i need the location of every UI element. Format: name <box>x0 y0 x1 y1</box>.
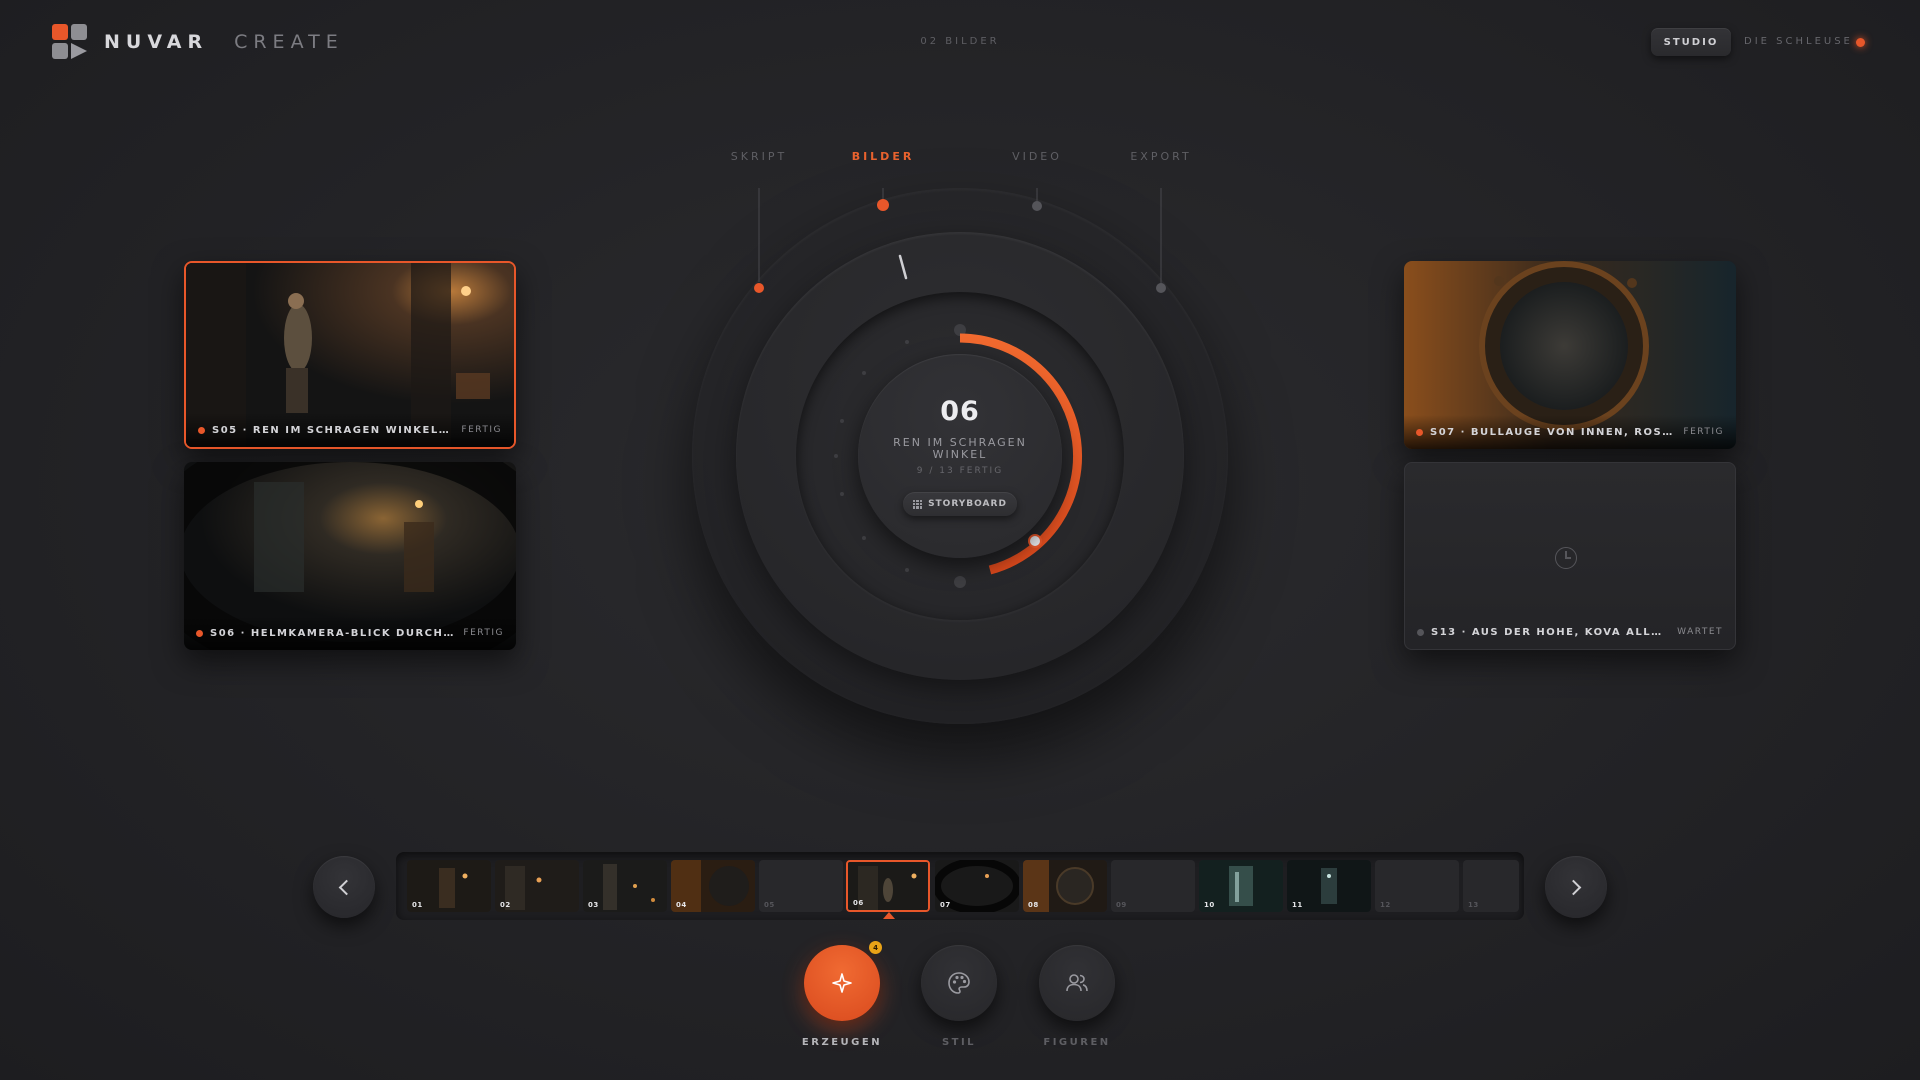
scene-caption: S13 · AUS DER HÖHE, KOVA ALLEIN A… WARTE… <box>1405 615 1735 649</box>
storyboard-label: STORYBOARD <box>928 499 1007 509</box>
clock-icon <box>1555 547 1577 569</box>
previous-button[interactable] <box>313 856 375 918</box>
scene-card-s05[interactable]: S05 · REN IM SCHRÄGEN WINKEL, KA… FERTIG <box>184 261 516 449</box>
step-dot-skript <box>754 283 764 293</box>
generate-label: ERZEUGEN <box>801 1037 883 1048</box>
timeline-thumb[interactable]: 05 <box>759 860 843 912</box>
scene-status: FERTIG <box>1683 427 1724 437</box>
palette-icon <box>948 972 970 994</box>
section-label: 02 BILDER <box>920 36 1000 47</box>
studio-button[interactable]: STUDIO <box>1651 28 1731 56</box>
scene-card-s06[interactable]: S06 · HELMKAMERA-BLICK DURCH RE… FERTIG <box>184 462 516 650</box>
status-dot-icon <box>1417 628 1424 636</box>
scene-title: S06 · HELMKAMERA-BLICK DURCH RE… <box>210 627 456 639</box>
timeline-thumb[interactable]: 04 <box>671 860 755 912</box>
timeline-thumb-current[interactable]: 06 <box>846 860 930 912</box>
project-name[interactable]: DIE SCHLEUSE <box>1744 36 1853 47</box>
timeline-thumb[interactable]: 13 <box>1463 860 1519 912</box>
style-button[interactable] <box>921 945 997 1021</box>
timeline-thumb[interactable]: 09 <box>1111 860 1195 912</box>
grid-icon <box>913 499 923 509</box>
scene-card-s07[interactable]: S07 · BULLAUGE VON INNEN, ROST U… FERTIG <box>1404 261 1736 449</box>
scene-status: WARTET <box>1677 627 1723 637</box>
generate-button[interactable] <box>804 945 880 1021</box>
dial-needle <box>898 254 908 280</box>
timeline-thumb[interactable]: 02 <box>495 860 579 912</box>
storyboard-button[interactable]: STORYBOARD <box>903 492 1017 516</box>
style-label: STIL <box>941 1037 977 1048</box>
scene-title: S13 · AUS DER HÖHE, KOVA ALLEIN A… <box>1431 626 1669 638</box>
progress-text: 9 / 13 FERTIG <box>916 466 1004 476</box>
status-dot-icon <box>196 629 203 637</box>
timeline-thumb[interactable]: 03 <box>583 860 667 912</box>
step-dot-export <box>1156 283 1166 293</box>
scene-title: S05 · REN IM SCHRÄGEN WINKEL, KA… <box>212 424 454 436</box>
scene-caption: S06 · HELMKAMERA-BLICK DURCH RE… FERTIG <box>184 616 516 650</box>
current-scene-number: 06 <box>940 396 980 427</box>
users-icon <box>1066 974 1088 992</box>
figures-label: FIGUREN <box>1043 1037 1111 1048</box>
timeline-thumb[interactable]: 07 <box>935 860 1019 912</box>
scene-status: FERTIG <box>461 425 502 435</box>
scene-status: FERTIG <box>463 628 504 638</box>
step-export[interactable]: EXPORT <box>1130 150 1191 163</box>
sparkle-icon <box>832 973 852 993</box>
current-marker-icon <box>883 912 895 919</box>
scene-title: S07 · BULLAUGE VON INNEN, ROST U… <box>1430 426 1676 438</box>
generate-badge: 4 <box>869 941 882 954</box>
step-dot-bilder <box>877 199 889 211</box>
step-bilder[interactable]: BILDER <box>852 150 915 163</box>
timeline-thumb[interactable]: 08 <box>1023 860 1107 912</box>
scene-card-s13[interactable]: S13 · AUS DER HÖHE, KOVA ALLEIN A… WARTE… <box>1404 462 1736 650</box>
figures-button[interactable] <box>1039 945 1115 1021</box>
step-skript[interactable]: SKRIPT <box>731 150 787 163</box>
status-dot-icon <box>198 426 205 434</box>
chevron-right-icon <box>1565 879 1582 895</box>
chevron-left-icon <box>338 879 355 895</box>
scene-caption: S05 · REN IM SCHRÄGEN WINKEL, KA… FERTIG <box>186 413 514 447</box>
next-button[interactable] <box>1545 856 1607 918</box>
timeline-thumb[interactable]: 10 <box>1199 860 1283 912</box>
current-scene-title: REN IM SCHRAGEN WINKEL <box>893 436 1027 461</box>
step-video[interactable]: VIDEO <box>1012 150 1062 163</box>
step-dot-video <box>1032 201 1042 211</box>
timeline-thumb[interactable]: 01 <box>407 860 491 912</box>
timeline-thumb[interactable]: 11 <box>1287 860 1371 912</box>
scene-caption: S07 · BULLAUGE VON INNEN, ROST U… FERTIG <box>1404 415 1736 449</box>
status-dot-icon <box>1416 428 1423 436</box>
timeline-thumb[interactable]: 12 <box>1375 860 1459 912</box>
progress-handle <box>1028 534 1042 548</box>
status-indicator-icon <box>1856 38 1865 47</box>
